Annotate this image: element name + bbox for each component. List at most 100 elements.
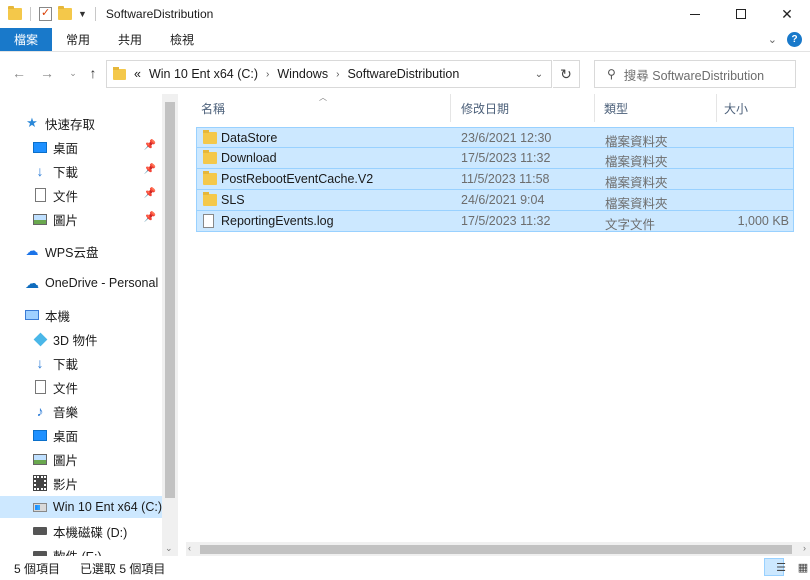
- pin-icon[interactable]: 📌: [144, 212, 156, 223]
- window-title: SoftwareDistribution: [105, 7, 214, 21]
- sidebar-item-label: 圖片: [53, 453, 79, 468]
- sidebar-item-wps-cloud[interactable]: ☁ WPS云盘: [0, 240, 162, 262]
- sidebar-item-downloads[interactable]: ↓ 下載 📌: [0, 160, 162, 182]
- document-icon: [32, 187, 48, 203]
- file-row[interactable]: ReportingEvents.log 17/5/2023 11:32 文字文件…: [196, 211, 794, 232]
- sidebar-scrollbar[interactable]: ⌄: [162, 94, 178, 556]
- sidebar-item-documents[interactable]: 文件 📌: [0, 184, 162, 206]
- large-icons-view-icon: ▦: [797, 561, 809, 574]
- folder-icon[interactable]: [8, 6, 22, 20]
- folder-icon: [203, 192, 217, 206]
- sidebar-item-documents-pc[interactable]: 文件: [0, 376, 162, 398]
- scrollbar-thumb[interactable]: [200, 545, 792, 554]
- pin-icon[interactable]: 📌: [144, 140, 156, 151]
- breadcrumb-softwaredistribution[interactable]: SoftwareDistribution: [347, 67, 459, 81]
- refresh-button[interactable]: ↻: [553, 60, 580, 88]
- onedrive-icon: ☁: [25, 274, 39, 291]
- tab-file[interactable]: 檔案: [0, 28, 53, 51]
- title-bar: ▼ SoftwareDistribution ✕: [0, 0, 810, 28]
- up-button[interactable]: ↑: [82, 62, 104, 84]
- pin-icon[interactable]: 📌: [144, 164, 156, 175]
- file-name: SLS: [221, 193, 245, 207]
- new-folder-icon[interactable]: [58, 6, 72, 20]
- sidebar-item-drive-d[interactable]: 本機磁碟 (D:): [0, 520, 162, 542]
- cloud-icon: ☁: [25, 243, 39, 258]
- view-switcher: ☰ ▦: [764, 558, 809, 576]
- column-header-date[interactable]: 修改日期: [461, 94, 509, 122]
- breadcrumb-windows[interactable]: Windows: [277, 67, 328, 81]
- file-row[interactable]: PostRebootEventCache.V2 11/5/2023 11:58 …: [196, 169, 794, 190]
- sidebar-item-videos[interactable]: 影片: [0, 472, 162, 494]
- recent-locations-button[interactable]: ⌄: [62, 62, 84, 84]
- expand-ribbon-chevron-icon[interactable]: ⌄: [768, 33, 777, 46]
- back-arrow-icon: ←: [12, 65, 26, 81]
- folder-icon: [203, 171, 217, 185]
- navigation-pane: ★ 快速存取 桌面 📌 ↓ 下載 📌 文件 📌 圖片 📌 ☁ WPS云盘 ☁ O…: [0, 94, 178, 556]
- file-date: 17/5/2023 11:32: [461, 151, 551, 165]
- column-header-type[interactable]: 類型: [604, 94, 628, 122]
- sidebar-item-onedrive[interactable]: ☁ OneDrive - Personal: [0, 272, 162, 294]
- drive-icon: [32, 547, 48, 556]
- minimize-button[interactable]: [672, 0, 718, 28]
- forward-button[interactable]: →: [36, 62, 58, 84]
- scroll-right-icon[interactable]: ›: [803, 543, 806, 553]
- tab-share[interactable]: 共用: [104, 28, 156, 51]
- breadcrumb-separator-icon[interactable]: ›: [266, 69, 269, 80]
- sidebar-item-downloads-pc[interactable]: ↓ 下載: [0, 352, 162, 374]
- column-header-name[interactable]: 名稱: [201, 94, 225, 122]
- scroll-down-icon[interactable]: ⌄: [165, 543, 173, 554]
- tab-view[interactable]: 檢視: [156, 28, 208, 51]
- address-dropdown-button[interactable]: ⌄: [527, 61, 551, 87]
- sidebar-item-label: 桌面: [53, 141, 79, 156]
- sidebar-item-quick-access[interactable]: ★ 快速存取: [0, 112, 162, 134]
- column-divider[interactable]: [450, 94, 451, 122]
- sidebar-item-pictures[interactable]: 圖片 📌: [0, 208, 162, 230]
- sidebar-item-desktop[interactable]: 桌面 📌: [0, 136, 162, 158]
- sidebar-item-drive-e[interactable]: 軟件 (E:): [0, 544, 162, 556]
- pin-icon[interactable]: 📌: [144, 188, 156, 199]
- file-type: 檔案資料夾: [605, 197, 668, 211]
- sidebar-item-desktop-pc[interactable]: 桌面: [0, 424, 162, 446]
- sidebar-item-label: 本機: [45, 309, 71, 324]
- details-view-button[interactable]: ☰: [764, 558, 786, 576]
- folder-icon: [203, 150, 217, 164]
- file-date: 23/6/2021 12:30: [461, 131, 552, 145]
- star-icon: ★: [26, 115, 38, 130]
- sidebar-item-this-pc[interactable]: 本機: [0, 304, 162, 326]
- sidebar-item-pictures-pc[interactable]: 圖片: [0, 448, 162, 470]
- sidebar-item-drive-c[interactable]: Win 10 Ent x64 (C:): [0, 496, 162, 518]
- large-icons-view-button[interactable]: ▦: [786, 558, 809, 576]
- ribbon-tabs: 檔案 常用 共用 檢視 ⌄ ?: [0, 28, 810, 52]
- breadcrumb-drive[interactable]: Win 10 Ent x64 (C:): [149, 67, 258, 81]
- search-input[interactable]: ⚲ 搜尋 SoftwareDistribution: [594, 60, 796, 88]
- maximize-button[interactable]: [718, 0, 764, 28]
- sidebar-item-label: Win 10 Ent x64 (C:): [52, 500, 162, 514]
- breadcrumb-separator-icon[interactable]: ›: [336, 69, 339, 80]
- column-divider[interactable]: [716, 94, 717, 122]
- address-bar[interactable]: « Win 10 Ent x64 (C:) › Windows › Softwa…: [106, 60, 552, 88]
- column-header-size[interactable]: 大小: [724, 94, 748, 122]
- divider: [30, 7, 31, 21]
- minimize-icon: [690, 13, 700, 15]
- customize-toolbar-dropdown-icon[interactable]: ▼: [78, 9, 87, 19]
- sidebar-item-3d-objects[interactable]: 3D 物件: [0, 328, 162, 350]
- file-row[interactable]: SLS 24/6/2021 9:04 檔案資料夾: [196, 190, 794, 211]
- sidebar-item-music[interactable]: ♪ 音樂: [0, 400, 162, 422]
- scrollbar-thumb[interactable]: [165, 102, 175, 498]
- desktop-icon: [32, 139, 48, 155]
- close-button[interactable]: ✕: [764, 0, 810, 28]
- horizontal-scrollbar[interactable]: ‹ ›: [186, 542, 810, 556]
- window-controls: ✕: [672, 0, 810, 28]
- properties-icon[interactable]: [39, 6, 52, 21]
- breadcrumb-overflow[interactable]: «: [134, 67, 141, 81]
- back-button[interactable]: ←: [8, 62, 30, 84]
- file-name: Download: [221, 151, 277, 165]
- file-row[interactable]: Download 17/5/2023 11:32 檔案資料夾: [196, 148, 794, 169]
- help-icon[interactable]: ?: [787, 32, 802, 47]
- file-size: 1,000 KB: [737, 214, 789, 228]
- column-divider[interactable]: [594, 94, 595, 122]
- scroll-left-icon[interactable]: ‹: [188, 543, 191, 553]
- file-row[interactable]: DataStore 23/6/2021 12:30 檔案資料夾: [196, 127, 794, 149]
- sidebar-item-label: WPS云盘: [45, 245, 99, 260]
- tab-home[interactable]: 常用: [52, 28, 104, 51]
